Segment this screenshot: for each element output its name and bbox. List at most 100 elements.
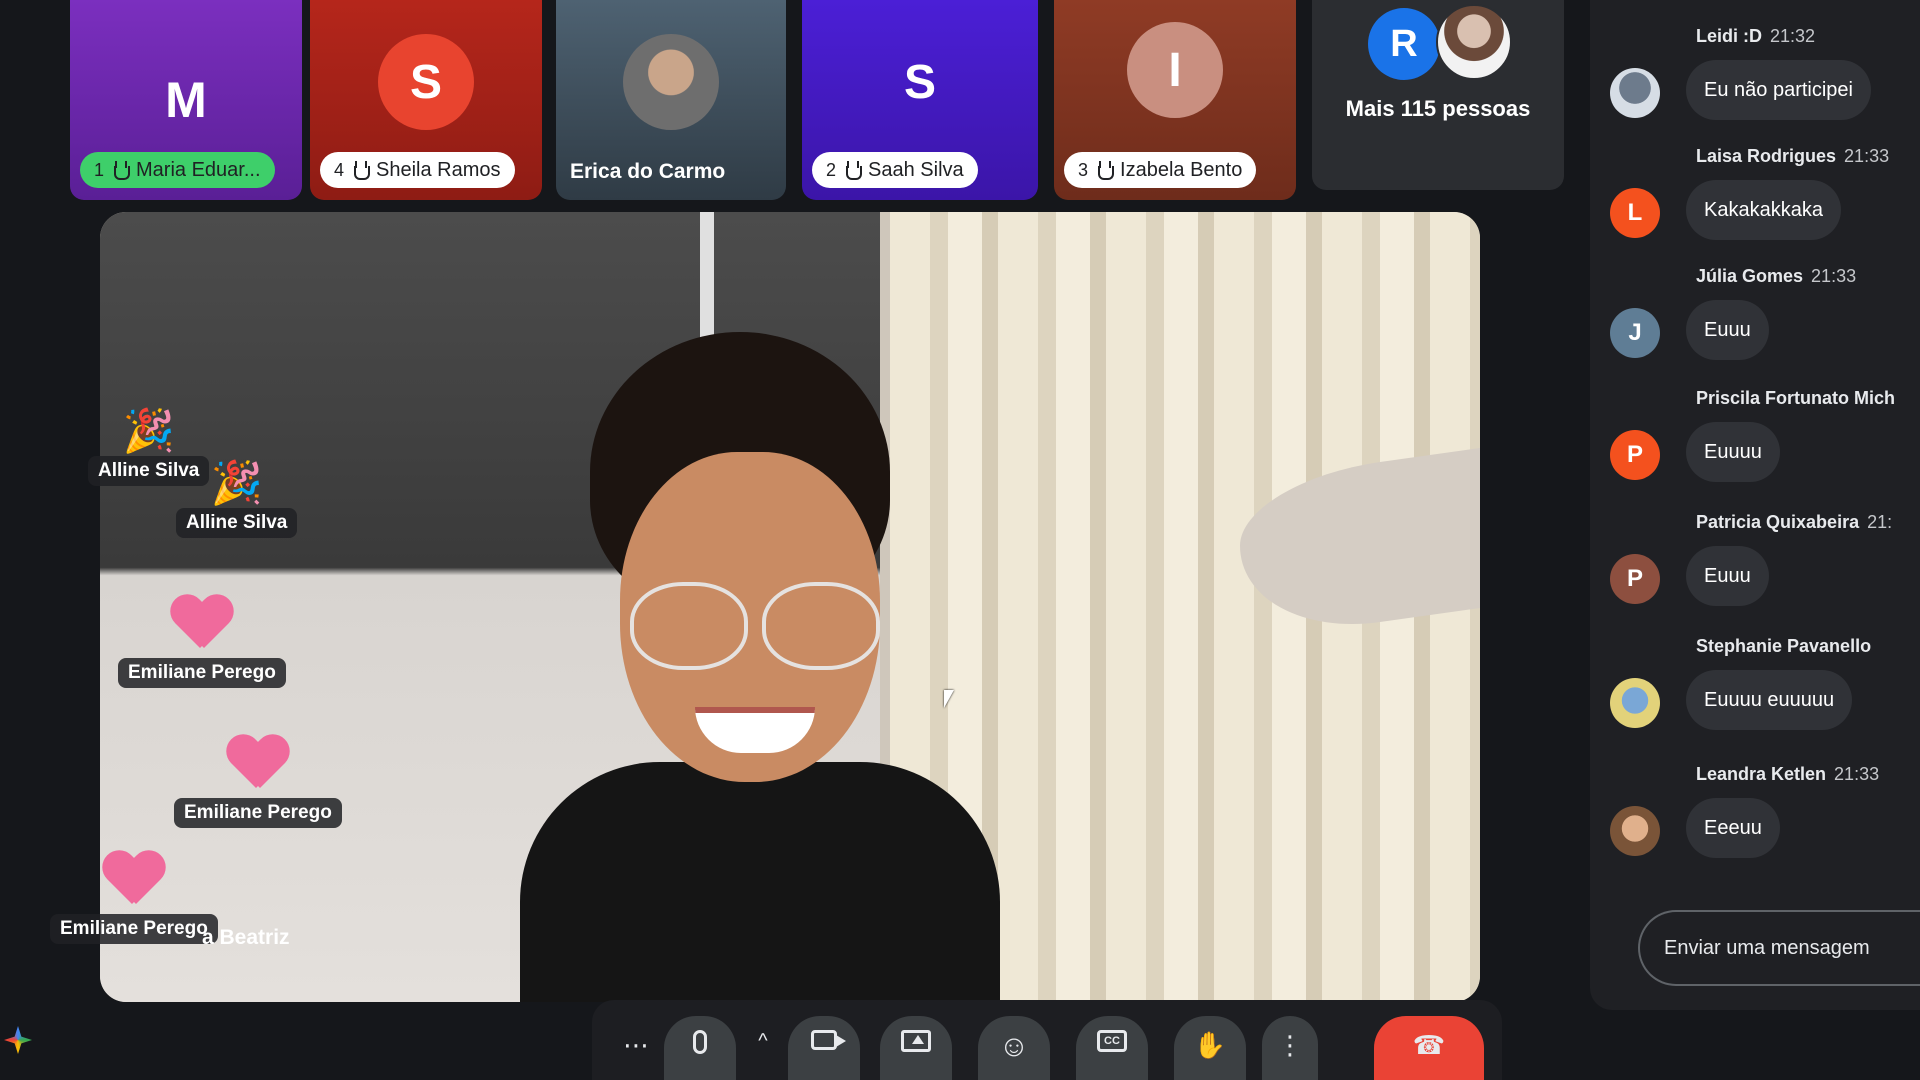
camera-button[interactable]	[788, 1016, 860, 1080]
heart-icon	[170, 596, 234, 654]
chat-message: L Laisa Rodrigues 21:33 Kakakakkaka	[1610, 142, 1920, 260]
chat-time: 21:	[1867, 512, 1893, 532]
hand-order-count: 2	[826, 159, 837, 180]
raised-hand-icon	[1096, 161, 1115, 180]
chat-author: Stephanie Pavanello	[1696, 636, 1872, 656]
chat-author: Laisa Rodrigues	[1696, 146, 1837, 166]
participant-tile-erica[interactable]: Erica do Carmo	[556, 0, 786, 200]
participant-name-pill: 3 Izabela Bento	[1064, 152, 1257, 188]
end-call-button[interactable]: ☎	[1374, 1016, 1484, 1080]
participant-name: Sheila Ramos	[376, 158, 501, 181]
captions-button[interactable]: CC	[1076, 1016, 1148, 1080]
participant-avatar: S	[378, 34, 474, 130]
chat-avatar: P	[1610, 430, 1660, 480]
chat-time: 21:33	[1844, 146, 1890, 166]
chat-avatar: L	[1610, 188, 1660, 238]
main-video-name-label: a Beatriz	[202, 926, 290, 949]
chat-bubble: Eu não participei	[1686, 60, 1871, 120]
main-video-feed[interactable]	[100, 212, 1480, 1002]
reaction-author: Emiliane Perego	[118, 658, 286, 688]
chat-bubble: Euuuu	[1686, 422, 1780, 482]
raised-hand-icon	[352, 161, 371, 180]
chat-message: Leidi :D 21:32 Eu não participei	[1610, 22, 1920, 140]
chat-photo-avatar	[1610, 678, 1660, 728]
participant-name: Erica do Carmo	[570, 160, 726, 183]
chat-photo-avatar	[1610, 806, 1660, 856]
speaker-person	[520, 312, 1000, 1002]
chat-message: Leandra Ketlen 21:33 Eeeuu	[1610, 760, 1920, 878]
participant-tile-sheila[interactable]: S 4 Sheila Ramos	[310, 0, 542, 200]
present-screen-button[interactable]	[880, 1016, 952, 1080]
chat-message-header: Leidi :D 21:32	[1696, 26, 1815, 47]
chat-time: 21:33	[1811, 266, 1857, 286]
reaction-popup: Emiliane Perego	[50, 852, 218, 944]
heart-icon	[102, 852, 166, 910]
chat-bubble: Euuuu euuuuu	[1686, 670, 1853, 730]
chat-author: Júlia Gomes	[1696, 266, 1804, 286]
chat-message-input[interactable]: Enviar uma mensagem	[1638, 910, 1920, 986]
participant-name-pill: 1 Maria Eduar...	[80, 152, 275, 188]
chat-author: Priscila Fortunato Mich	[1696, 388, 1896, 408]
chat-author: Leidi :D	[1696, 26, 1762, 46]
hand-order-count: 4	[334, 159, 345, 180]
chat-message: J Júlia Gomes 21:33 Euuu	[1610, 262, 1920, 380]
reaction-author: Alline Silva	[176, 508, 298, 538]
party-popper-icon: 🎉	[210, 459, 263, 506]
participant-initial: S	[903, 55, 936, 109]
chat-author: Leandra Ketlen	[1696, 764, 1827, 784]
chat-message: Stephanie Pavanello Euuuu euuuuu	[1610, 632, 1920, 750]
participant-name: Saah Silva	[868, 158, 964, 181]
participant-name: Maria Eduar...	[136, 158, 261, 181]
participant-tile-saah[interactable]: S 2 Saah Silva	[802, 0, 1038, 200]
chat-bubble: Eeeuu	[1686, 798, 1780, 858]
audio-options-button[interactable]: ^	[738, 1016, 788, 1080]
raise-hand-button[interactable]: ✋	[1174, 1016, 1246, 1080]
participant-avatar: R	[1368, 8, 1440, 80]
participant-avatar: I	[1127, 22, 1223, 118]
call-controls-toolbar: ⋯ ^ ☺ CC ✋ ⋮ ☎	[592, 1000, 1502, 1080]
more-options-button[interactable]: ⋯	[600, 1016, 672, 1080]
participant-name-pill: 4 Sheila Ramos	[320, 152, 515, 188]
chat-message-header: Júlia Gomes 21:33	[1696, 266, 1856, 287]
reaction-author: Emiliane Perego	[174, 798, 342, 828]
hand-order-count: 3	[1078, 159, 1089, 180]
chat-avatar: J	[1610, 308, 1660, 358]
hand-order-count: 1	[94, 159, 105, 180]
chat-message-header: Leandra Ketlen 21:33	[1696, 764, 1879, 785]
chat-bubble: Euuu	[1686, 546, 1769, 606]
more-actions-button[interactable]: ⋮	[1262, 1016, 1318, 1080]
chat-time: 21:33	[1834, 764, 1880, 784]
chat-message-header: Stephanie Pavanello	[1696, 636, 1879, 657]
participant-tile-izabela[interactable]: I 3 Izabela Bento	[1054, 0, 1296, 200]
mouse-pointer-icon	[944, 690, 954, 708]
chat-bubble: Euuu	[1686, 300, 1769, 360]
present-screen-icon	[901, 1030, 931, 1052]
chat-message-header: Patricia Quixabeira 21:	[1696, 512, 1892, 533]
participant-tile-maria[interactable]: M 1 Maria Eduar...	[70, 0, 302, 200]
party-popper-icon: 🎉	[122, 407, 175, 454]
chat-message-header: Laisa Rodrigues 21:33	[1696, 146, 1889, 167]
participant-photo-avatar	[1436, 4, 1512, 80]
participant-name-pill: 2 Saah Silva	[812, 152, 978, 188]
reactions-button[interactable]: ☺	[978, 1016, 1050, 1080]
reaction-popup: Emiliane Perego	[174, 736, 342, 828]
raised-hand-icon	[844, 161, 863, 180]
chat-time: 21:32	[1770, 26, 1816, 46]
heart-icon	[226, 736, 290, 794]
chat-message: P Priscila Fortunato Mich Euuuu	[1610, 384, 1920, 502]
chat-message-header: Priscila Fortunato Mich	[1696, 388, 1903, 409]
chat-avatar: P	[1610, 554, 1660, 604]
chat-message: P Patricia Quixabeira 21: Euuu	[1610, 508, 1920, 626]
gemini-spark-icon[interactable]	[4, 1026, 32, 1054]
participant-photo-avatar	[623, 34, 719, 130]
chat-panel: Leidi :D 21:32 Eu não participei L Laisa …	[1590, 0, 1920, 1010]
chat-bubble: Kakakakkaka	[1686, 180, 1841, 240]
reaction-popup: Emiliane Perego	[118, 596, 286, 688]
microphone-button[interactable]	[664, 1016, 736, 1080]
raised-hand-icon	[112, 161, 131, 180]
participant-name: Izabela Bento	[1120, 158, 1243, 181]
captions-icon: CC	[1097, 1030, 1127, 1052]
chat-author: Patricia Quixabeira	[1696, 512, 1860, 532]
participant-initial: M	[165, 72, 207, 128]
more-participants-tile[interactable]: R Mais 115 pessoas	[1312, 0, 1564, 190]
